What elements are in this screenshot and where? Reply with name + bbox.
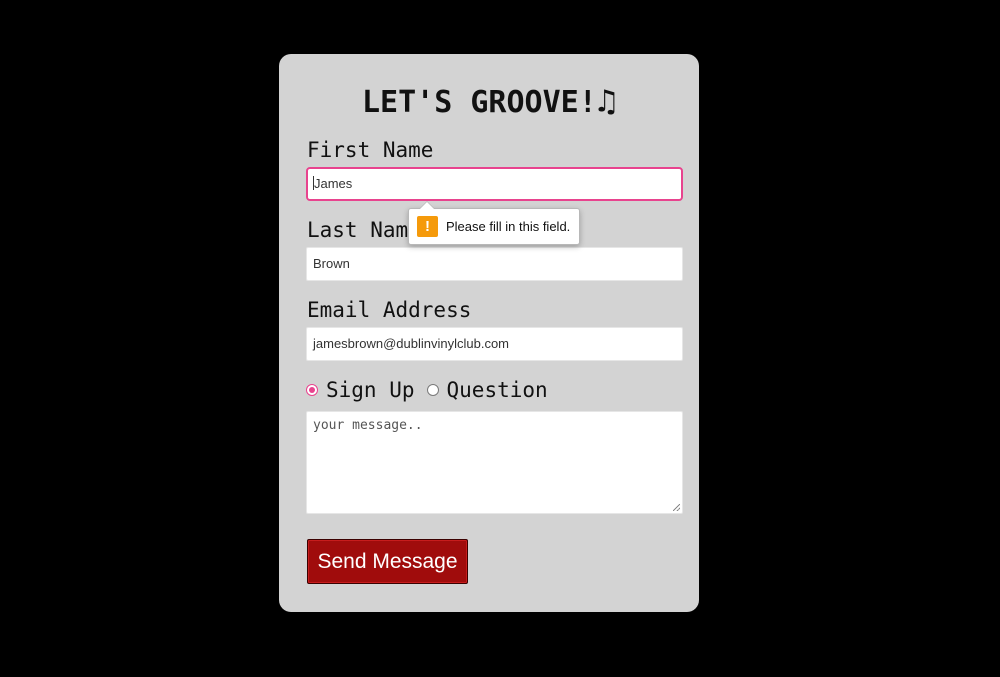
sign-up-label[interactable]: Sign Up [326,378,415,402]
last-name-input[interactable]: Brown [306,247,683,281]
validation-tooltip: ! Please fill in this field. [408,201,580,245]
music-note-icon: ♫ [596,82,617,120]
email-label: Email Address [307,298,472,322]
message-textarea[interactable]: your message.. [306,411,683,514]
last-name-label: Last Name [307,218,421,242]
email-input[interactable]: jamesbrown@dublinvinylclub.com [306,327,683,361]
sign-up-radio[interactable] [306,384,318,396]
form-title-text: LET'S GROOVE! [361,85,597,120]
question-radio[interactable] [426,384,439,396]
first-name-input[interactable]: James [306,167,683,201]
first-name-value: James [314,176,353,191]
validation-message: Please fill in this field. [446,219,571,234]
last-name-value: Brown [313,256,350,271]
send-message-button[interactable]: Send Message [307,539,468,584]
question-label[interactable]: Question [447,378,548,402]
warning-icon: ! [417,216,438,237]
contact-form-card: LET'S GROOVE!♫ First Name James Last Nam… [279,54,699,612]
message-placeholder: your message.. [313,418,423,433]
first-name-label: First Name [307,138,434,162]
inquiry-type-group: Sign Up Question [306,376,560,404]
email-value: jamesbrown@dublinvinylclub.com [313,336,510,351]
resize-handle[interactable] [673,504,680,511]
form-title: LET'S GROOVE!♫ [279,80,699,124]
